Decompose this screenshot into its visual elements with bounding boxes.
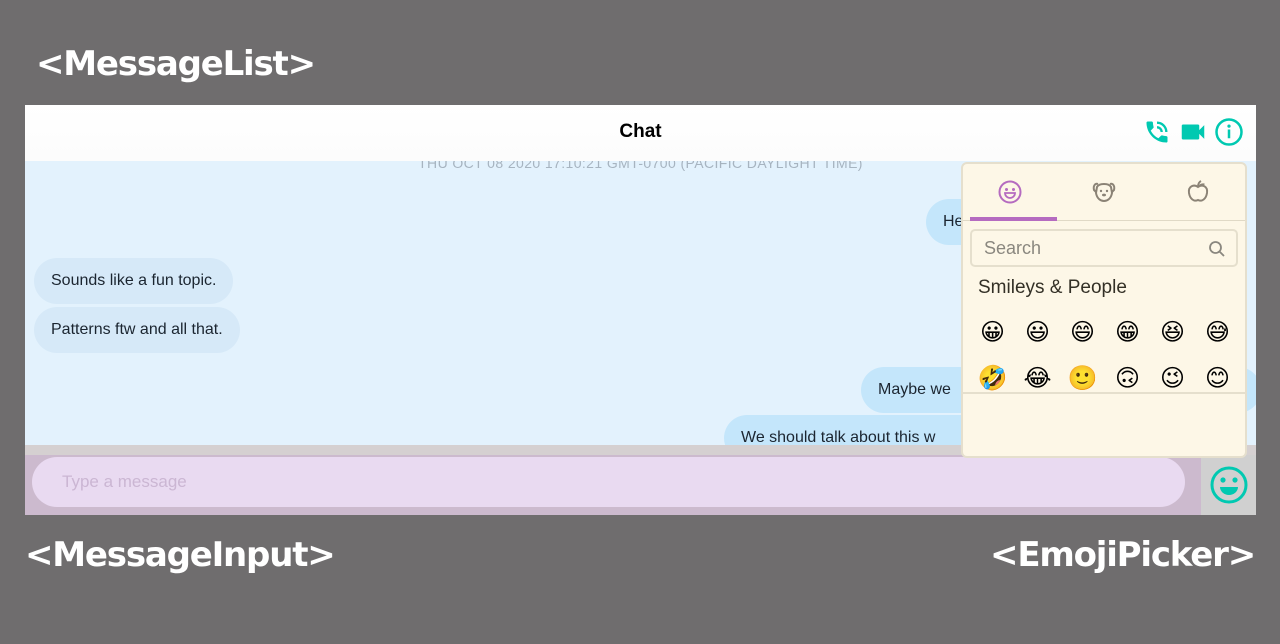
emoji-upside-down[interactable]: 🙃 xyxy=(1105,355,1150,401)
emoji-picker: Smileys & People 😀 😃 😄 😁 😆 😅 🤣 😂 🙂 🙃 😉 😊 xyxy=(961,162,1247,458)
tab-animals-nature[interactable] xyxy=(1057,164,1151,220)
smiley-icon xyxy=(1210,466,1247,504)
emoji-laughing[interactable]: 😆 xyxy=(1150,309,1195,355)
emoji-slight-smile[interactable]: 🙂 xyxy=(1060,355,1105,401)
emoji-grin[interactable]: 😁 xyxy=(1105,309,1150,355)
emoji-category-title: Smileys & People xyxy=(978,277,1127,298)
message-incoming: Sounds like a fun topic. xyxy=(34,258,234,304)
emoji-blush[interactable]: 😊 xyxy=(1195,355,1240,401)
video-camera-icon xyxy=(1181,124,1205,140)
emoji-picker-annotation: <EmojiPicker> xyxy=(990,535,1256,575)
voice-call-button[interactable] xyxy=(1142,117,1172,147)
emoji-grinning[interactable]: 😀 xyxy=(970,309,1015,355)
chat-app: Chat THU OCT 08 2020 17:10:21 GMT-0700 (… xyxy=(25,105,1256,515)
emoji-search-input[interactable] xyxy=(972,231,1236,265)
tab-food-drink[interactable] xyxy=(1151,164,1245,220)
emoji-category-tabs xyxy=(963,164,1245,221)
search-icon xyxy=(1209,241,1225,257)
emoji-rofl[interactable]: 🤣 xyxy=(970,355,1015,401)
emoji-wink[interactable]: 😉 xyxy=(1150,355,1195,401)
message-input-bar xyxy=(25,455,1201,515)
video-call-button[interactable] xyxy=(1178,117,1208,147)
emoji-sweat-smile[interactable]: 😅 xyxy=(1195,309,1240,355)
message-incoming: Patterns ftw and all that. xyxy=(34,307,240,353)
chat-title: Chat xyxy=(619,121,662,142)
phone-call-icon xyxy=(1146,121,1168,143)
emoji-smiley[interactable]: 😃 xyxy=(1015,309,1060,355)
apple-icon xyxy=(1187,180,1209,202)
info-icon xyxy=(1215,118,1243,146)
emoji-joy[interactable]: 😂 xyxy=(1015,355,1060,401)
message-list-annotation: <MessageList> xyxy=(36,44,316,84)
emoji-picker-toggle-button[interactable] xyxy=(1201,455,1256,515)
header-actions xyxy=(1142,117,1244,147)
message-input[interactable] xyxy=(32,457,1185,507)
smiley-icon xyxy=(998,180,1022,204)
emoji-search xyxy=(970,229,1238,267)
message-input-annotation: <MessageInput> xyxy=(25,535,336,575)
emoji-picker-footer-divider xyxy=(963,392,1245,394)
tab-smileys-people[interactable] xyxy=(963,164,1057,221)
dog-icon xyxy=(1092,182,1116,203)
emoji-grid: 😀 😃 😄 😁 😆 😅 🤣 😂 🙂 🙃 😉 😊 xyxy=(970,309,1245,401)
chat-header: Chat xyxy=(25,105,1256,161)
info-button[interactable] xyxy=(1214,117,1244,147)
emoji-smile[interactable]: 😄 xyxy=(1060,309,1105,355)
